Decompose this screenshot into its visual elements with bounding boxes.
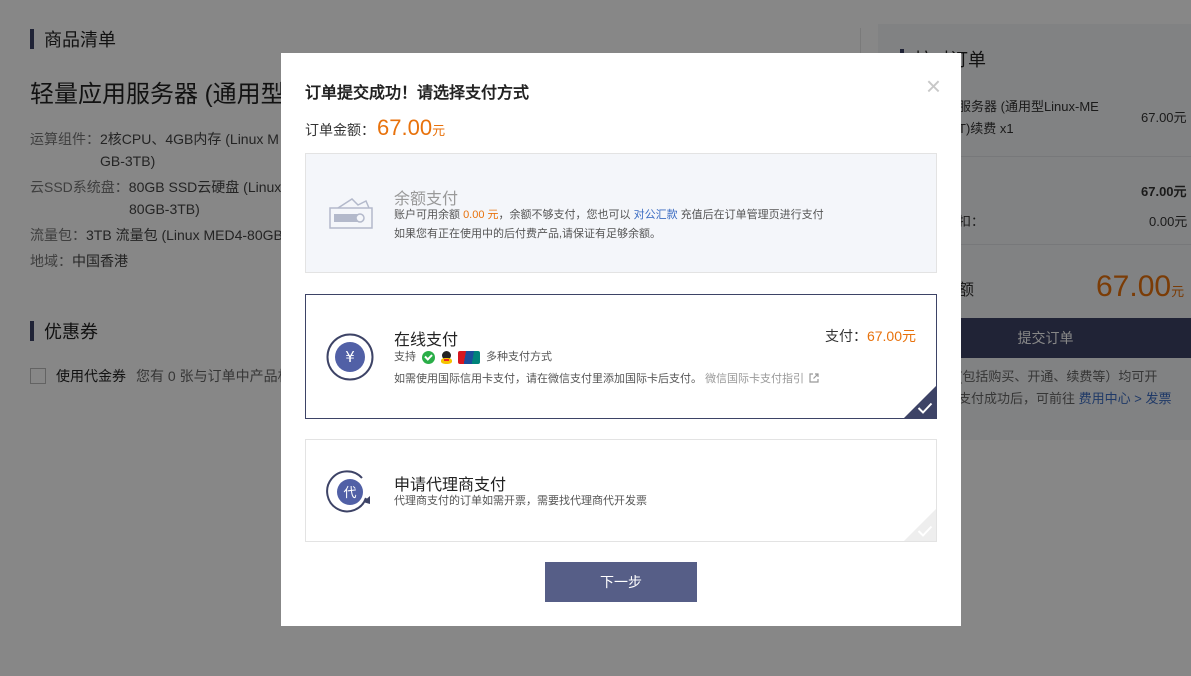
online-pay-amount: 支付：67.00元 — [825, 326, 916, 346]
online-option-name: 在线支付 — [394, 332, 459, 349]
unionpay-icon — [458, 351, 480, 364]
balance-desc-line2: 如果您有正在使用中的后付费产品,请保证有足够余额。 — [394, 228, 662, 240]
balance-value: 0.00 元 — [463, 209, 499, 221]
agent-option-desc: 代理商支付的订单如需开票，需要找代理商代开发票 — [394, 495, 647, 507]
pay-amount-label: 支付： — [824, 328, 867, 344]
wechat-intl-card-link[interactable]: 微信国际卡支付指引 — [705, 373, 819, 385]
agent-symbol: 代 — [343, 486, 356, 501]
wallet-icon — [329, 198, 373, 229]
order-amount-label: 订单金额： — [305, 122, 375, 138]
online-note: 如需使用国际信用卡支付，请在微信支付里添加国际卡后支付。 微信国际卡支付指引 — [394, 370, 819, 389]
online-support-row: 支持 多种支付方式 — [394, 348, 552, 367]
payment-method-dialog: 订单提交成功！请选择支付方式 × 订单金额： 67.00 元 余额支付 账户可用… — [281, 53, 961, 626]
payment-option-agent[interactable]: 代 申请代理商支付 代理商支付的订单如需开票，需要找代理商代开发票 — [305, 439, 937, 542]
yuan-coin-icon: ¥ — [326, 333, 374, 381]
balance-desc-text: 充值后在订单管理页进行支付 — [680, 209, 824, 221]
balance-option-desc: 账户可用余额 0.00 元，余额不够支付，您也可以 对公汇款 充值后在订单管理页… — [394, 206, 824, 244]
payment-option-balance[interactable]: 余额支付 账户可用余额 0.00 元，余额不够支付，您也可以 对公汇款 充值后在… — [305, 153, 937, 273]
external-link-icon — [809, 373, 819, 383]
order-amount-unit: 元 — [432, 123, 446, 138]
check-icon — [917, 402, 933, 414]
dialog-title: 订单提交成功！请选择支付方式 — [305, 85, 530, 102]
yuan-symbol: ¥ — [345, 348, 355, 366]
support-label: 支持 — [394, 351, 416, 363]
agent-pay-icon: 代 — [326, 470, 370, 513]
qq-pay-icon — [441, 351, 452, 364]
order-amount-value: 67.00 — [377, 115, 433, 140]
balance-desc-text: ，余额不够支付，您也可以 — [498, 209, 631, 221]
methods-label: 多种支付方式 — [486, 351, 552, 363]
next-step-button[interactable]: 下一步 — [545, 562, 697, 602]
wechat-intl-card-link-label: 微信国际卡支付指引 — [705, 373, 805, 385]
payment-option-online[interactable]: ¥ 在线支付 支持 多种支付方式 如需使用国际信用卡支付，请在微信支付里添加国际… — [305, 294, 937, 419]
close-icon[interactable]: × — [926, 73, 941, 99]
online-note-text: 如需使用国际信用卡支付，请在微信支付里添加国际卡后支付。 — [394, 373, 702, 385]
order-amount: 订单金额： 67.00 元 — [305, 115, 445, 141]
pay-amount-value: 67.00元 — [866, 328, 916, 344]
corporate-transfer-link[interactable]: 对公汇款 — [634, 209, 678, 221]
wechat-pay-icon — [422, 351, 435, 364]
balance-desc-text: 账户可用余额 — [394, 209, 460, 221]
check-icon — [917, 525, 933, 537]
